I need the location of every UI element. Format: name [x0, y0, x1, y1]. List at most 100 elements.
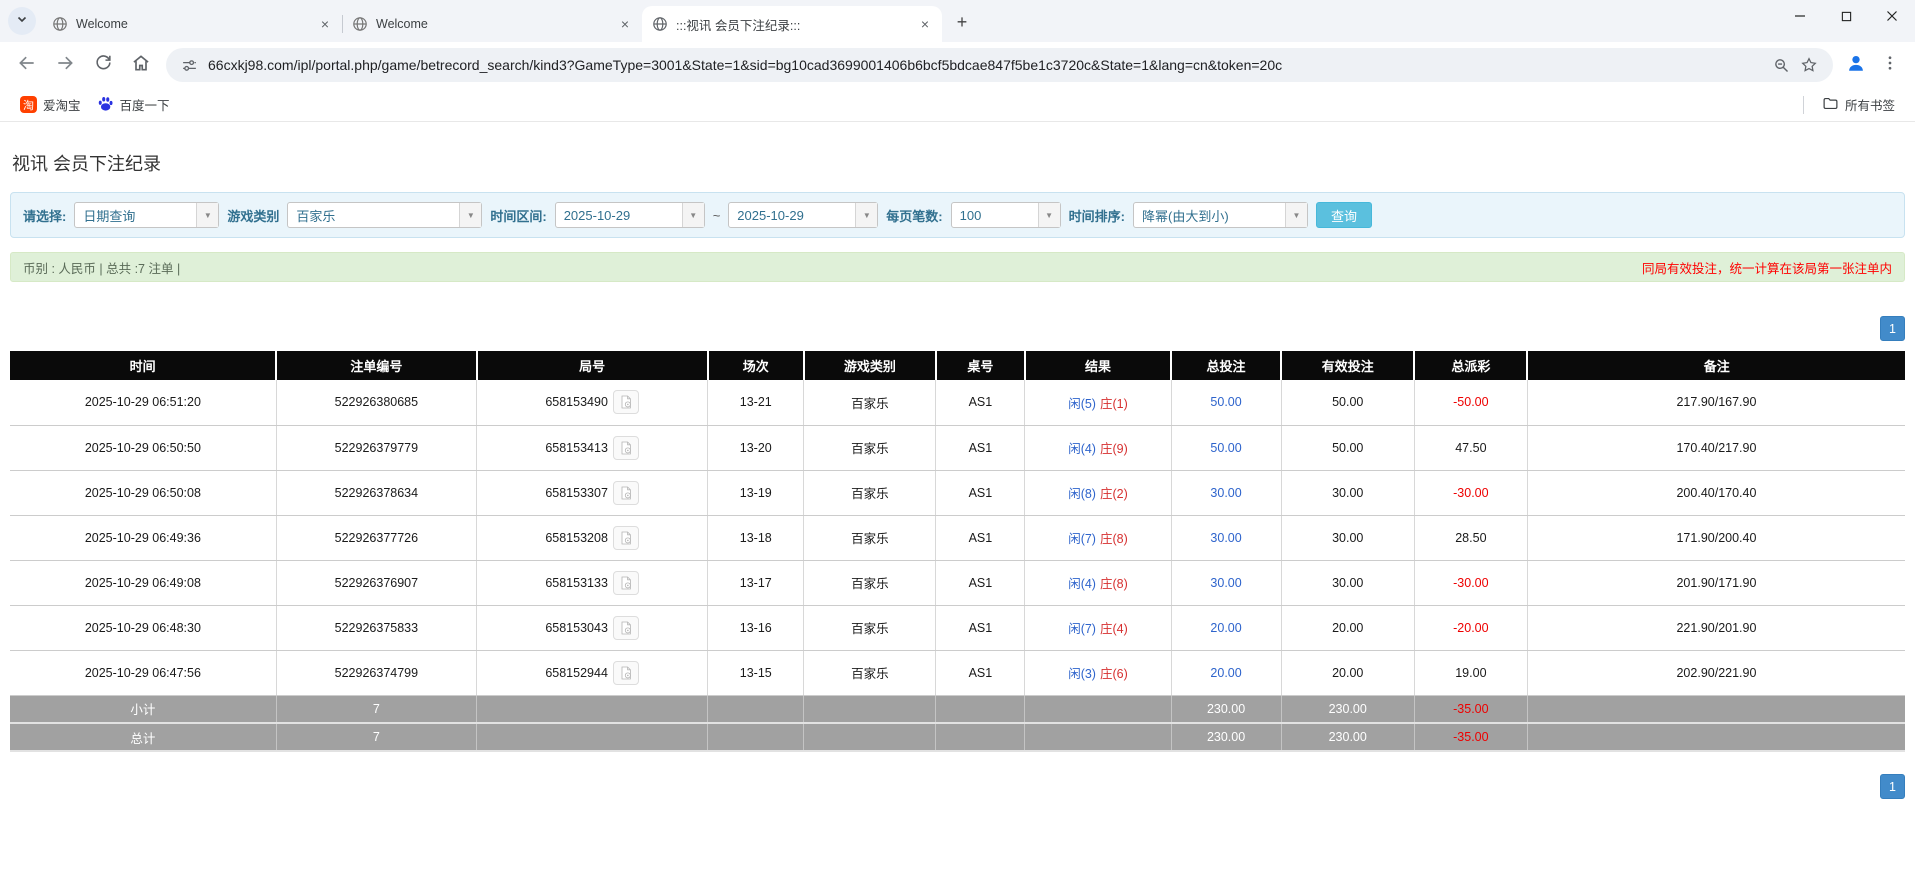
cell-result: 闲(3) 庄(6) [1024, 650, 1172, 696]
cell-result: 闲(7) 庄(8) [1024, 515, 1172, 561]
person-icon [1845, 52, 1867, 79]
pagination-bottom: 1 [10, 774, 1905, 799]
cell-remark: 221.90/201.90 [1527, 605, 1905, 651]
subtotal-total-bet: 230.00 [1171, 695, 1282, 724]
new-tab-button[interactable]: + [948, 8, 976, 36]
cell-remark: 171.90/200.40 [1527, 515, 1905, 561]
close-icon[interactable]: × [616, 15, 634, 33]
cell-bet-id: 522926379779 [276, 425, 478, 471]
sort-dropdown[interactable]: 降幂(由大到小) ▼ [1132, 202, 1308, 228]
table-row: 2025-10-29 06:48:30 522926375833 6581530… [10, 605, 1905, 651]
video-replay-icon[interactable] [612, 390, 639, 415]
game-type-dropdown[interactable]: 百家乐 ▼ [287, 202, 483, 228]
forward-button[interactable] [48, 48, 82, 82]
tab-welcome-2[interactable]: Welcome × [342, 6, 642, 42]
search-button[interactable]: 查询 [1315, 202, 1372, 228]
date-from-dropdown[interactable]: 2025-10-29 ▼ [554, 202, 705, 228]
total-valid-bet: 230.00 [1281, 723, 1415, 752]
video-replay-icon[interactable] [612, 570, 639, 595]
col-header-total-bet: 总投注 [1171, 351, 1283, 380]
home-button[interactable] [124, 48, 158, 82]
cell-bet-id: 522926378634 [276, 470, 478, 516]
bookmark-taobao[interactable]: 淘 爱淘宝 [12, 91, 89, 118]
cell-table-no: AS1 [935, 650, 1026, 696]
cell-time: 2025-10-29 06:50:08 [10, 470, 277, 516]
cell-round-id: 658152944 [476, 650, 709, 696]
video-replay-icon[interactable] [612, 615, 639, 640]
page-1-button[interactable]: 1 [1880, 774, 1905, 799]
cell-table-no: AS1 [935, 425, 1026, 471]
table-row: 2025-10-29 06:49:08 522926376907 6581531… [10, 560, 1905, 606]
col-header-payout: 总派彩 [1414, 351, 1529, 380]
query-type-dropdown[interactable]: 日期查询 ▼ [74, 202, 220, 228]
close-icon[interactable]: × [316, 15, 334, 33]
cell-total-bet[interactable]: 50.00 [1171, 425, 1282, 471]
cell-valid-bet: 30.00 [1281, 515, 1415, 561]
chevron-down-icon [16, 12, 28, 30]
tab-search-button[interactable] [8, 7, 36, 35]
site-info-icon[interactable] [176, 52, 202, 78]
page-size-dropdown[interactable]: 100 ▼ [950, 202, 1061, 228]
window-controls [1777, 0, 1915, 34]
video-replay-icon[interactable] [612, 435, 639, 460]
cell-remark: 201.90/171.90 [1527, 560, 1905, 606]
page-1-button[interactable]: 1 [1880, 316, 1905, 341]
cell-total-bet[interactable]: 30.00 [1171, 560, 1282, 606]
currency-summary-text: 币别 : 人民币 | 总共 :7 注单 | [23, 261, 181, 276]
table-row: 2025-10-29 06:47:56 522926374799 6581529… [10, 650, 1905, 696]
video-replay-icon[interactable] [612, 660, 639, 685]
cell-bet-id: 522926377726 [276, 515, 478, 561]
all-bookmarks-button[interactable]: 所有书签 [1814, 91, 1903, 119]
globe-icon [652, 16, 668, 32]
bookmarks-separator [1802, 95, 1804, 114]
sort-value: 降幂(由大到小) [1141, 208, 1229, 224]
subtotal-count: 7 [276, 695, 478, 724]
date-to-dropdown[interactable]: 2025-10-29 ▼ [728, 202, 879, 228]
window-minimize-button[interactable] [1777, 0, 1823, 34]
total-payout: -35.00 [1414, 723, 1528, 752]
profile-avatar[interactable] [1839, 48, 1873, 82]
cell-game: 百家乐 [803, 425, 937, 471]
video-replay-icon[interactable] [612, 525, 639, 550]
baidu-paw-icon [97, 95, 114, 115]
close-icon[interactable]: × [916, 15, 934, 33]
subtotal-row: 小计 7 230.00 230.00 -35.00 [10, 695, 1905, 724]
zoom-icon[interactable] [1767, 51, 1795, 79]
folder-icon [1822, 95, 1839, 115]
cell-session: 13-21 [707, 380, 805, 426]
url-text[interactable]: 66cxkj98.com/ipl/portal.php/game/betreco… [208, 57, 1767, 73]
cell-session: 13-15 [707, 650, 805, 696]
tab-bet-records-active[interactable]: :::视讯 会员下注纪录::: × [642, 6, 942, 42]
back-button[interactable] [10, 48, 44, 82]
window-close-button[interactable] [1869, 0, 1915, 34]
page-size-value: 100 [959, 207, 982, 223]
cell-total-bet[interactable]: 20.00 [1171, 605, 1282, 651]
reload-button[interactable] [86, 48, 120, 82]
bookmark-baidu[interactable]: 百度一下 [89, 91, 178, 119]
cell-bet-id: 522926380685 [276, 380, 478, 426]
address-bar[interactable]: 66cxkj98.com/ipl/portal.php/game/betreco… [166, 48, 1833, 82]
window-maximize-button[interactable] [1823, 0, 1869, 34]
cell-time: 2025-10-29 06:49:08 [10, 560, 277, 606]
cell-total-bet[interactable]: 20.00 [1171, 650, 1282, 696]
cell-payout: -30.00 [1414, 470, 1528, 516]
cell-payout: 19.00 [1414, 650, 1528, 696]
cell-total-bet[interactable]: 50.00 [1171, 380, 1282, 426]
sort-label: 时间排序: [1068, 208, 1125, 224]
cell-payout: -20.00 [1414, 605, 1528, 651]
bookmark-star-icon[interactable] [1795, 51, 1823, 79]
cell-remark: 217.90/167.90 [1527, 380, 1905, 426]
cell-total-bet[interactable]: 30.00 [1171, 470, 1282, 516]
total-row: 总计 7 230.00 230.00 -35.00 [10, 723, 1905, 752]
tab-welcome-1[interactable]: Welcome × [42, 6, 342, 42]
all-bookmarks-label: 所有书签 [1844, 99, 1895, 113]
cell-time: 2025-10-29 06:48:30 [10, 605, 277, 651]
total-label: 总计 [10, 723, 277, 752]
cell-session: 13-17 [707, 560, 805, 606]
video-replay-icon[interactable] [612, 480, 639, 505]
table-header-row: 时间 注单编号 局号 场次 游戏类别 桌号 结果 总投注 有效投注 总派彩 备注 [10, 351, 1905, 380]
browser-menu-button[interactable] [1873, 48, 1907, 82]
cell-total-bet[interactable]: 30.00 [1171, 515, 1282, 561]
summary-bar: 币别 : 人民币 | 总共 :7 注单 | 同局有效投注，统一计算在该局第一张注… [10, 252, 1905, 282]
cell-valid-bet: 30.00 [1281, 470, 1415, 516]
